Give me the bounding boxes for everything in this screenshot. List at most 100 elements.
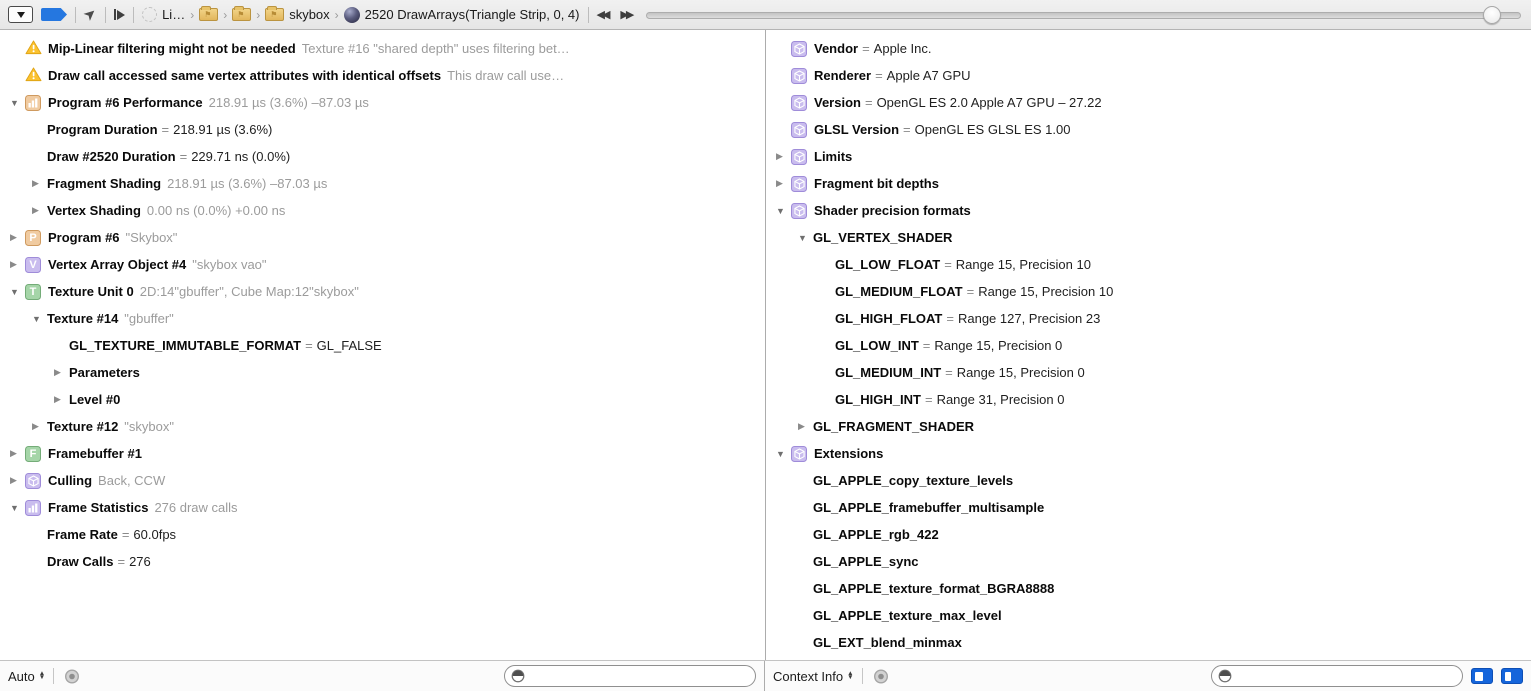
- scope-popup-right[interactable]: Context Info ▲▼: [773, 669, 854, 684]
- disclosure-triangle[interactable]: ▼: [776, 449, 791, 459]
- tree-row[interactable]: GLSL Version=OpenGL ES GLSL ES 1.00: [766, 116, 1531, 143]
- disclosure-triangle[interactable]: ▶: [32, 421, 47, 432]
- capture-flag-icon[interactable]: [41, 8, 67, 21]
- breadcrumb-item[interactable]: skybox: [265, 7, 329, 22]
- equals-sign: =: [967, 284, 975, 299]
- tree-row[interactable]: Version=OpenGL ES 2.0 Apple A7 GPU – 27.…: [766, 89, 1531, 116]
- breadcrumb-item[interactable]: Li…: [142, 7, 185, 22]
- breadcrumb-item[interactable]: [199, 8, 218, 21]
- disclosure-triangle[interactable]: ▶: [32, 178, 47, 189]
- tree-row[interactable]: ▶PProgram #6"Skybox": [0, 224, 765, 251]
- disclosure-triangle[interactable]: ▶: [54, 367, 69, 378]
- disclosure-triangle[interactable]: ▶: [798, 421, 813, 432]
- folder-icon: [265, 8, 284, 21]
- tree-row[interactable]: GL_APPLE_framebuffer_multisample: [766, 494, 1531, 521]
- tree-row[interactable]: Draw call accessed same vertex attribute…: [0, 62, 765, 89]
- filter-field-left[interactable]: [504, 665, 756, 687]
- debug-area-toggle-button[interactable]: [8, 6, 33, 23]
- disclosure-triangle[interactable]: ▼: [798, 233, 813, 243]
- tree-row[interactable]: GL_LOW_INT=Range 15, Precision 0: [766, 332, 1531, 359]
- disclosure-triangle[interactable]: ▶: [10, 259, 25, 270]
- disclosure-triangle[interactable]: ▶: [10, 448, 25, 459]
- disclosure-triangle[interactable]: ▶: [54, 394, 69, 405]
- tree-row[interactable]: ▼Extensions: [766, 440, 1531, 467]
- tree-row[interactable]: ▼TTexture Unit 02D:14"gbuffer", Cube Map…: [0, 278, 765, 305]
- disclosure-triangle[interactable]: ▼: [776, 206, 791, 216]
- tree-row[interactable]: Renderer=Apple A7 GPU: [766, 62, 1531, 89]
- tree-row[interactable]: GL_LOW_FLOAT=Range 15, Precision 10: [766, 251, 1531, 278]
- tree-row[interactable]: ▶Texture #12"skybox": [0, 413, 765, 440]
- tree-row[interactable]: GL_MEDIUM_INT=Range 15, Precision 0: [766, 359, 1531, 386]
- tree-row[interactable]: ▶Vertex Shading0.00 ns (0.0%) +0.00 ns: [0, 197, 765, 224]
- disclosure-triangle[interactable]: ▶: [776, 178, 791, 189]
- breadcrumb-item[interactable]: [232, 8, 251, 21]
- navigate-button[interactable]: ➤: [84, 7, 97, 22]
- tree-row[interactable]: ▼Texture #14"gbuffer": [0, 305, 765, 332]
- layout-toggle-left-button[interactable]: [1471, 668, 1493, 684]
- tree-row[interactable]: GL_APPLE_copy_texture_levels: [766, 467, 1531, 494]
- tree-row[interactable]: ▶Parameters: [0, 359, 765, 386]
- row-value: GL_FALSE: [317, 338, 382, 353]
- tree-row[interactable]: GL_HIGH_INT=Range 31, Precision 0: [766, 386, 1531, 413]
- frame-scrubber-slider[interactable]: [646, 6, 1521, 24]
- performance-chart-icon: [25, 95, 41, 111]
- eye-icon[interactable]: [62, 669, 82, 684]
- app-stub-icon: [142, 7, 157, 22]
- tree-row[interactable]: Mip-Linear filtering might not be needed…: [0, 35, 765, 62]
- tree-row[interactable]: Vendor=Apple Inc.: [766, 35, 1531, 62]
- filter-input-right[interactable]: [1237, 669, 1456, 683]
- tree-row[interactable]: ▶Fragment Shading218.91 µs (3.6%) –87.03…: [0, 170, 765, 197]
- tree-row[interactable]: ▶VVertex Array Object #4"skybox vao": [0, 251, 765, 278]
- disclosure-triangle[interactable]: ▶: [10, 475, 25, 486]
- filter-field-right[interactable]: [1211, 665, 1463, 687]
- breadcrumb-item[interactable]: 2520 DrawArrays(Triangle Strip, 0, 4): [344, 7, 580, 23]
- row-value: OpenGL ES GLSL ES 1.00: [915, 122, 1071, 137]
- tree-row[interactable]: ▼Program #6 Performance218.91 µs (3.6%) …: [0, 89, 765, 116]
- eye-icon[interactable]: [871, 669, 891, 684]
- tree-row[interactable]: ▼Frame Statistics276 draw calls: [0, 494, 765, 521]
- tree-row[interactable]: Program Duration=218.91 µs (3.6%): [0, 116, 765, 143]
- tree-row[interactable]: ▶Limits: [766, 143, 1531, 170]
- filter-input-left[interactable]: [530, 669, 749, 683]
- tree-row[interactable]: GL_APPLE_sync: [766, 548, 1531, 575]
- tree-row[interactable]: ▼GL_VERTEX_SHADER: [766, 224, 1531, 251]
- step-forward-button[interactable]: [114, 9, 126, 20]
- tree-row[interactable]: ▶FFramebuffer #1: [0, 440, 765, 467]
- slider-thumb[interactable]: [1483, 6, 1501, 24]
- tree-row[interactable]: GL_APPLE_rgb_422: [766, 521, 1531, 548]
- tree-row[interactable]: GL_EXT_blend_minmax: [766, 629, 1531, 656]
- tree-row[interactable]: ▶CullingBack, CCW: [0, 467, 765, 494]
- tree-row[interactable]: ▼Shader precision formats: [766, 197, 1531, 224]
- tree-row[interactable]: GL_TEXTURE_IMMUTABLE_FORMAT=GL_FALSE: [0, 332, 765, 359]
- disclosure-triangle[interactable]: ▶: [10, 232, 25, 243]
- row-label: Frame Rate: [47, 527, 118, 542]
- row-label: GL_VERTEX_SHADER: [813, 230, 952, 245]
- row-label: Texture Unit 0: [48, 284, 134, 299]
- folder-icon: [199, 8, 218, 21]
- tree-row[interactable]: Frame Rate=60.0fps: [0, 521, 765, 548]
- disclosure-triangle[interactable]: ▼: [10, 503, 25, 513]
- tree-row[interactable]: Draw Calls=276: [0, 548, 765, 575]
- tree-row[interactable]: GL_APPLE_texture_format_BGRA8888: [766, 575, 1531, 602]
- scope-popup-left[interactable]: Auto ▲▼: [8, 669, 45, 684]
- disclosure-triangle[interactable]: ▼: [32, 314, 47, 324]
- equals-sign: =: [945, 365, 953, 380]
- disclosure-triangle[interactable]: ▶: [32, 205, 47, 216]
- tree-row[interactable]: GL_MEDIUM_FLOAT=Range 15, Precision 10: [766, 278, 1531, 305]
- row-label: GL_APPLE_copy_texture_levels: [813, 473, 1013, 488]
- tree-row[interactable]: ▶GL_FRAGMENT_SHADER: [766, 413, 1531, 440]
- tree-row[interactable]: GL_HIGH_FLOAT=Range 127, Precision 23: [766, 305, 1531, 332]
- previous-frame-button[interactable]: ◀◀: [597, 8, 611, 21]
- bar-separator: [53, 668, 54, 684]
- tree-row[interactable]: ▶Level #0: [0, 386, 765, 413]
- tree-row[interactable]: Draw #2520 Duration=229.71 ns (0.0%): [0, 143, 765, 170]
- tree-row[interactable]: GL_APPLE_texture_max_level: [766, 602, 1531, 629]
- next-frame-button[interactable]: ▶▶: [620, 8, 634, 21]
- disclosure-triangle[interactable]: ▼: [10, 287, 25, 297]
- row-value: Range 15, Precision 10: [956, 257, 1091, 272]
- disclosure-triangle[interactable]: ▼: [10, 98, 25, 108]
- tree-row[interactable]: ▶Fragment bit depths: [766, 170, 1531, 197]
- equals-sign: =: [122, 527, 130, 542]
- layout-toggle-right-button[interactable]: [1501, 668, 1523, 684]
- disclosure-triangle[interactable]: ▶: [776, 151, 791, 162]
